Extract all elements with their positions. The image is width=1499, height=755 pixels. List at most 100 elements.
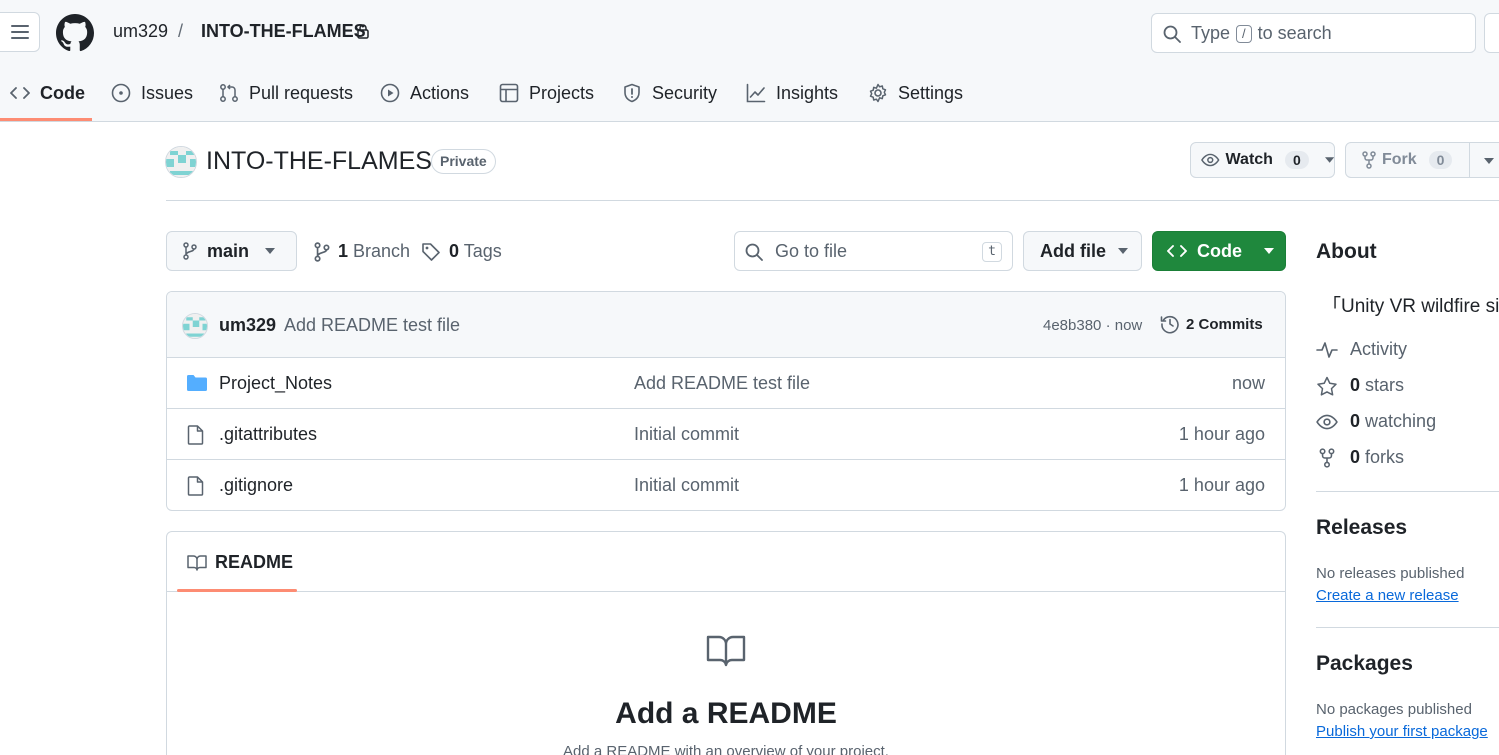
copilot-button[interactable] <box>1484 13 1499 53</box>
repo-owner-avatar[interactable] <box>165 146 197 178</box>
readme-empty-subtitle: Add a README with an overview of your pr… <box>563 743 889 755</box>
pull-request-icon <box>220 84 238 102</box>
branch-count: 1 <box>338 241 349 261</box>
breadcrumb-separator: / <box>178 21 184 41</box>
tab-settings-label: Settings <box>898 82 964 103</box>
latest-commit-bar: um329 Add README test file 4e8b380 · now… <box>167 292 1285 358</box>
tab-pull-requests-label: Pull requests <box>249 82 354 103</box>
tab-actions[interactable]: Actions <box>380 78 469 108</box>
tab-code-label: Code <box>40 82 85 103</box>
fork-button[interactable]: Fork 0 <box>1345 142 1470 178</box>
owner-link[interactable]: um329 <box>113 21 168 42</box>
tab-pull-requests[interactable]: Pull requests <box>219 78 353 108</box>
watch-count: 0 <box>1284 151 1309 169</box>
forks-count: 0 <box>1350 447 1361 467</box>
book-icon <box>704 633 748 669</box>
commit-sha[interactable]: 4e8b380 · now <box>1043 317 1142 334</box>
go-to-file-input[interactable]: Go to file t <box>734 231 1013 271</box>
tab-projects-label: Projects <box>529 82 595 103</box>
tab-projects[interactable]: Projects <box>499 78 594 108</box>
readme-panel: README Add a README Add a README with an… <box>166 531 1286 755</box>
table-row[interactable]: .gitattributes Initial commit 1 hour ago <box>167 409 1285 460</box>
commit-message-link[interactable]: Add README test file <box>284 315 460 336</box>
search-input[interactable]: Type / to search <box>1151 13 1476 53</box>
history-icon <box>1160 315 1179 334</box>
tags-link[interactable]: 0 Tags <box>421 241 502 262</box>
file-icon <box>187 425 205 445</box>
branches-link[interactable]: 1 Branch <box>314 241 410 262</box>
eye-icon <box>1316 414 1338 429</box>
readme-header: README <box>167 532 1285 592</box>
watching-label: watching <box>1365 411 1437 431</box>
file-icon <box>187 476 205 496</box>
file-time: 1 hour ago <box>1178 475 1265 495</box>
search-shortcut-key: / <box>1236 24 1252 43</box>
folder-icon <box>187 374 207 392</box>
code-button[interactable]: Code <box>1152 231 1286 271</box>
file-name-link[interactable]: .gitignore <box>219 475 293 496</box>
branch-label: Branch <box>353 241 411 261</box>
file-time: now <box>1231 373 1265 393</box>
tab-insights[interactable]: Insights <box>746 78 838 108</box>
tab-readme[interactable]: README <box>187 552 293 573</box>
tab-issues-label: Issues <box>141 82 194 103</box>
shield-icon <box>624 83 640 103</box>
file-commit-link[interactable]: Initial commit <box>634 475 739 496</box>
add-file-label: Add file <box>1040 240 1106 261</box>
create-release-link[interactable]: Create a new release <box>1316 587 1459 604</box>
branch-name: main <box>207 240 250 261</box>
add-file-button[interactable]: Add file <box>1023 231 1142 271</box>
table-icon <box>499 83 519 103</box>
chevron-down-icon <box>265 248 276 254</box>
repo-link[interactable]: INTO-THE-FLAMES <box>201 21 366 42</box>
packages-empty-text: No packages published <box>1316 701 1472 718</box>
activity-link[interactable]: Activity <box>1316 339 1407 360</box>
commits-link[interactable]: 2 Commits <box>1160 314 1263 334</box>
tag-count: 0 <box>449 241 460 261</box>
table-row[interactable]: .gitignore Initial commit 1 hour ago <box>167 460 1285 510</box>
packages-heading[interactable]: Packages <box>1316 652 1413 676</box>
file-commit-link[interactable]: Initial commit <box>634 424 739 445</box>
chevron-down-icon <box>1324 157 1334 163</box>
fork-dropdown-button[interactable] <box>1469 142 1499 178</box>
repo-title[interactable]: INTO-THE-FLAMES <box>206 147 432 176</box>
forks-link[interactable]: 0 forks <box>1316 447 1404 468</box>
branch-selector[interactable]: main <box>166 231 297 271</box>
pulse-icon <box>1316 341 1338 358</box>
file-commit-link[interactable]: Add README test file <box>634 373 810 394</box>
watch-button[interactable]: Watch 0 <box>1190 142 1335 178</box>
star-icon <box>1317 376 1337 396</box>
commit-author-link[interactable]: um329 <box>219 315 276 336</box>
about-heading: About <box>1316 240 1377 263</box>
file-name-link[interactable]: Project_Notes <box>219 373 332 394</box>
chevron-down-icon <box>1484 158 1494 164</box>
tab-settings[interactable]: Settings <box>868 78 963 108</box>
search-icon <box>745 243 763 261</box>
stars-label: stars <box>1365 375 1405 395</box>
table-row[interactable]: Project_Notes Add README test file now <box>167 358 1285 409</box>
github-logo-icon[interactable] <box>56 14 94 52</box>
lock-icon <box>357 24 369 39</box>
divider <box>1316 491 1499 492</box>
search-prefix-text: Type <box>1191 23 1231 43</box>
active-tab-indicator <box>177 589 297 592</box>
publish-package-link[interactable]: Publish your first package <box>1316 723 1488 740</box>
tab-insights-label: Insights <box>776 82 839 103</box>
tab-issues[interactable]: Issues <box>111 78 193 108</box>
avatar[interactable] <box>182 313 208 339</box>
search-icon <box>1163 25 1181 43</box>
stars-count: 0 <box>1350 375 1361 395</box>
file-name-link[interactable]: .gitattributes <box>219 424 317 445</box>
divider <box>1316 627 1499 628</box>
releases-empty-text: No releases published <box>1316 565 1465 582</box>
stars-link[interactable]: 0 stars <box>1316 375 1404 396</box>
releases-heading[interactable]: Releases <box>1316 516 1407 540</box>
file-time: 1 hour ago <box>1178 424 1265 444</box>
watching-link[interactable]: 0 watching <box>1316 411 1436 432</box>
tab-security[interactable]: Security <box>622 78 717 108</box>
tab-security-label: Security <box>652 82 718 103</box>
tab-code[interactable]: Code <box>10 78 85 108</box>
tag-icon <box>422 242 440 261</box>
go-to-file-placeholder: Go to file <box>775 241 848 261</box>
menu-button[interactable] <box>0 12 40 52</box>
